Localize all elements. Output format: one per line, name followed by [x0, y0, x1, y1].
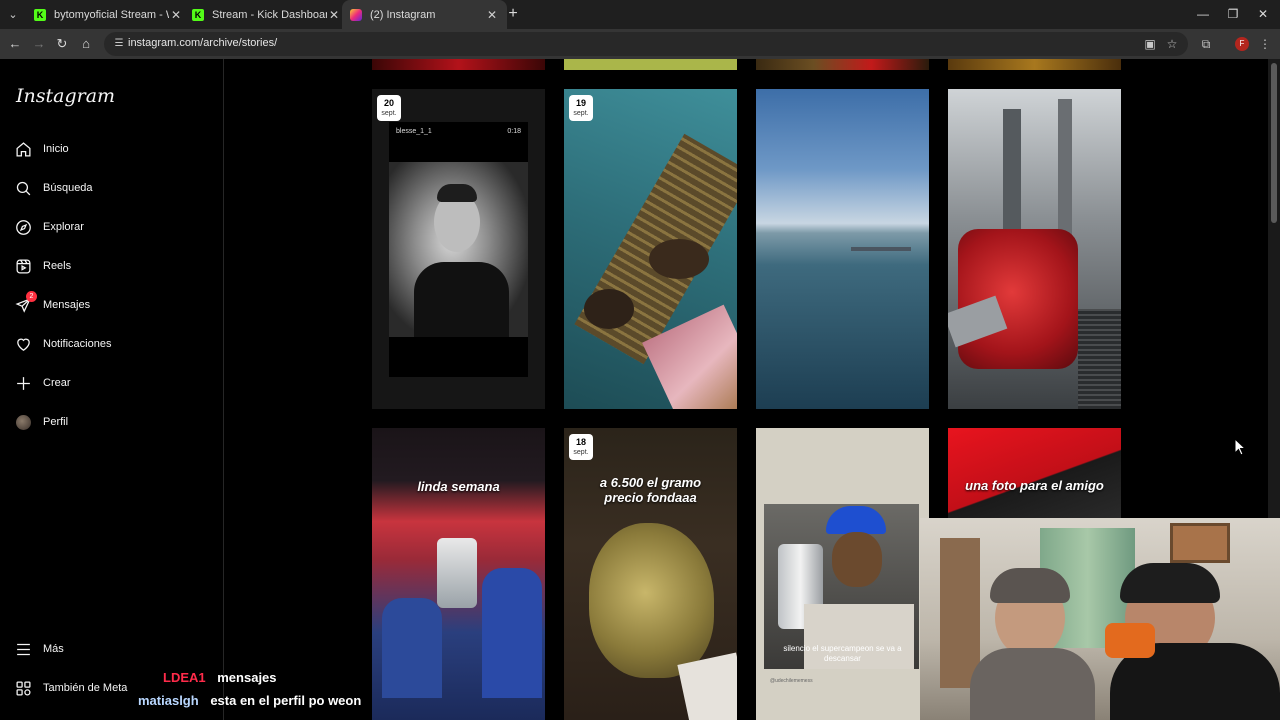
sidebar-item-explorar[interactable]: Explorar [14, 215, 84, 239]
story-thumbnail[interactable]: blesse_1_1 0:18 20 sept. [372, 89, 545, 409]
bookmark-star-icon[interactable]: ☆ [1164, 36, 1180, 52]
story-thumbnail[interactable]: 19 sept. [564, 89, 737, 409]
story-duration: 0:18 [507, 128, 521, 135]
sidebar-item-label: Explorar [43, 221, 84, 233]
story-thumbnail[interactable] [564, 59, 737, 70]
story-thumbnail[interactable]: una foto para el amigo [948, 428, 1121, 518]
sidebar-item-inicio[interactable]: Inicio [14, 137, 69, 161]
sidebar-item-mensajes[interactable]: 2 Mensajes [14, 291, 91, 317]
hamburger-menu-icon [14, 640, 32, 658]
sidebar-item-perfil[interactable]: Perfil [14, 410, 68, 434]
chat-text: esta en el perfil po weon [210, 693, 362, 708]
notification-badge: 2 [26, 291, 37, 302]
story-caption: silencio el supercampeon se va a descans… [783, 644, 902, 663]
sidebar-item-label: Reels [43, 260, 72, 272]
compass-icon [14, 218, 32, 236]
sidebar-item-label: Notificaciones [43, 338, 112, 350]
scrollbar-thumb[interactable] [1271, 63, 1277, 223]
kick-icon: K [192, 8, 204, 21]
sidebar-item-label: Más [43, 643, 64, 655]
forward-arrow-icon[interactable]: → [29, 34, 49, 54]
instagram-icon [350, 8, 362, 21]
story-date: 19 sept. [569, 95, 593, 121]
story-thumbnail[interactable] [756, 89, 929, 409]
story-date: 18 sept. [569, 434, 593, 460]
reels-icon [14, 257, 32, 275]
ig-sidebar: Instagram Inicio Búsqueda Explorar Reels… [0, 59, 224, 720]
search-icon [14, 179, 32, 197]
sidebar-item-reels[interactable]: Reels [14, 254, 71, 278]
tab-strip: ⌄ K bytomyoficial Stream - Watch L ✕ K S… [0, 0, 1280, 29]
site-info-icon[interactable]: ☰ [112, 37, 126, 51]
kick-icon: K [34, 8, 46, 21]
tab-kick-dashboard[interactable]: K Stream - Kick Dashboard ✕ [184, 0, 349, 29]
chat-username: matiaslgh [138, 693, 199, 708]
sidebar-item-meta[interactable]: También de Meta [14, 676, 127, 700]
sidebar-item-notificaciones[interactable]: Notificaciones [14, 332, 111, 356]
story-thumbnail[interactable] [756, 59, 929, 70]
sidebar-item-mas[interactable]: Más [14, 637, 64, 661]
browser-menu-icon[interactable]: ⋮ [1257, 36, 1273, 52]
story-thumbnail[interactable] [948, 89, 1121, 409]
close-icon[interactable]: ✕ [169, 8, 183, 22]
story-thumbnail[interactable]: a 6.500 el gramo precio fondaaa 18 sept. [564, 428, 737, 720]
chat-text: mensajes [217, 670, 277, 685]
tab-label: (2) Instagram [370, 8, 436, 21]
story-thumbnail[interactable]: silencio el supercampeon se va a descans… [756, 428, 929, 720]
extensions-icon[interactable]: ⧉ [1198, 36, 1214, 52]
plus-icon [14, 374, 32, 392]
tab-kick-stream[interactable]: K bytomyoficial Stream - Watch L ✕ [26, 0, 191, 29]
webcam-overlay [920, 518, 1280, 720]
heart-icon [14, 335, 32, 353]
url-text: instagram.com/archive/stories/ [128, 37, 278, 49]
story-thumbnail[interactable] [372, 59, 545, 70]
story-handle: @udechilememess [770, 678, 813, 684]
profile-avatar[interactable]: F [1235, 37, 1249, 51]
window-close-icon[interactable]: ✕ [1248, 4, 1278, 24]
sidebar-item-label: También de Meta [43, 682, 128, 694]
tab-instagram[interactable]: (2) Instagram ✕ [342, 0, 507, 29]
sidebar-item-label: Inicio [43, 143, 69, 155]
avatar [14, 413, 32, 431]
minimize-icon[interactable]: — [1188, 4, 1218, 24]
story-username: blesse_1_1 [396, 128, 432, 135]
sidebar-item-label: Mensajes [43, 299, 91, 311]
address-bar[interactable]: ☰ instagram.com/archive/stories/ [104, 32, 1188, 56]
reload-icon[interactable]: ↻ [52, 34, 72, 54]
story-caption: linda semana [417, 479, 500, 494]
tab-search-icon[interactable]: ⌄ [4, 6, 22, 24]
story-caption: una foto para el amigo [965, 478, 1104, 493]
close-icon[interactable]: ✕ [485, 8, 499, 22]
story-thumbnail[interactable] [948, 59, 1121, 70]
home-icon[interactable]: ⌂ [76, 34, 96, 54]
tab-label: bytomyoficial Stream - Watch L [54, 8, 169, 21]
home-icon [14, 140, 32, 158]
close-icon[interactable]: ✕ [327, 8, 341, 22]
messenger-icon: 2 [14, 291, 37, 314]
sidebar-item-label: Búsqueda [43, 182, 93, 194]
new-tab-icon[interactable]: + [504, 5, 522, 23]
sidebar-item-crear[interactable]: Crear [14, 371, 71, 395]
mouse-cursor-icon [1234, 438, 1246, 456]
sidebar-item-busqueda[interactable]: Búsqueda [14, 176, 93, 200]
tab-label: Stream - Kick Dashboard [212, 8, 327, 21]
restore-icon[interactable]: ❐ [1218, 4, 1248, 24]
chat-message: LDEA1 mensajes [163, 670, 277, 685]
chat-username: LDEA1 [163, 670, 206, 685]
sidebar-item-label: Perfil [43, 416, 69, 428]
story-thumbnail[interactable]: linda semana [372, 428, 545, 720]
story-date: 20 sept. [377, 95, 401, 121]
install-app-icon[interactable]: ▣ [1142, 36, 1158, 52]
meta-apps-icon [14, 679, 32, 697]
browser-toolbar: ← → ↻ ⌂ ☰ instagram.com/archive/stories/… [0, 29, 1280, 59]
back-arrow-icon[interactable]: ← [5, 34, 25, 54]
chat-message: matiaslgh esta en el perfil po weon [138, 693, 361, 708]
sidebar-item-label: Crear [43, 377, 71, 389]
instagram-logo[interactable]: Instagram [16, 85, 115, 107]
story-caption: a 6.500 el gramo precio fondaaa [599, 475, 702, 505]
